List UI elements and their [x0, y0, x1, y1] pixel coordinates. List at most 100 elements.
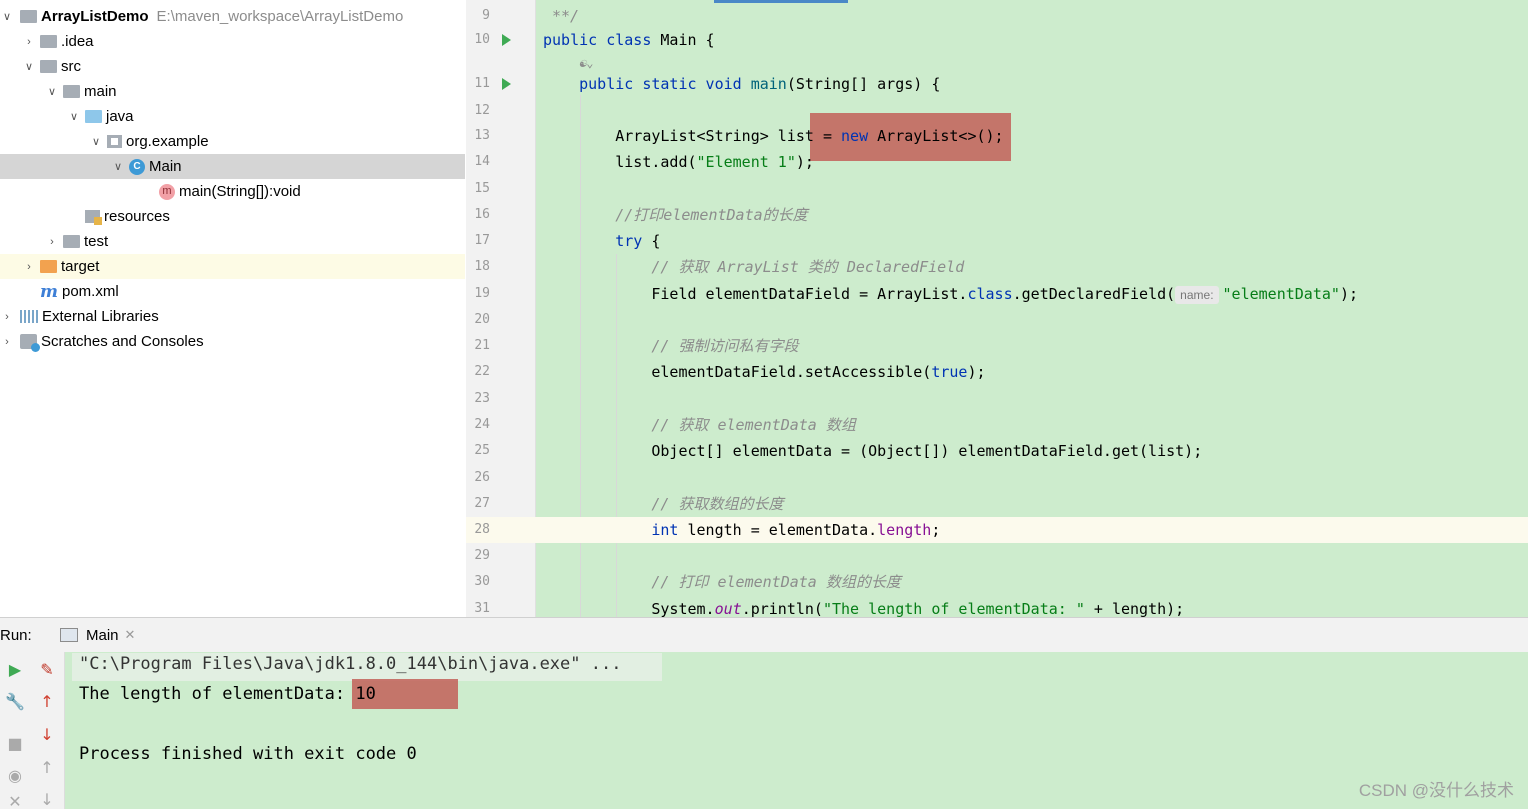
source-folder-icon — [85, 110, 102, 123]
close-icon[interactable]: ✕ — [125, 627, 136, 643]
chevron-down-icon[interactable]: ∨ — [0, 10, 14, 23]
run-console[interactable]: ▶ 🔧 ■ ◉ ✕ ✎ ↑ ↓ ↑ ↓ "C:\Program Files\Ja… — [0, 652, 1528, 811]
tree-item-idea[interactable]: › .idea — [0, 29, 465, 54]
code-line[interactable]: 27 // 获取数组的长度 — [466, 491, 1528, 517]
close-run-icon[interactable]: ✕ — [0, 792, 30, 811]
tree-item-pom[interactable]: m pom.xml — [0, 279, 465, 304]
tree-item-external-libraries[interactable]: › External Libraries — [0, 304, 465, 329]
code-line[interactable]: 16 //打印elementData的长度 — [466, 202, 1528, 228]
chevron-right-icon[interactable]: › — [22, 261, 36, 273]
line-number: 18 — [474, 259, 490, 274]
chevron-down-icon[interactable]: ∨ — [22, 60, 36, 73]
line-number: 26 — [474, 470, 490, 485]
run-gutter-icon[interactable] — [502, 34, 511, 46]
tree-item-main[interactable]: ∨ main — [0, 79, 465, 104]
scroll-down-icon[interactable]: ↓ — [32, 790, 62, 809]
scratches-icon — [20, 334, 40, 352]
arrow-up-icon[interactable]: ↑ — [32, 692, 62, 711]
tree-item-label: main — [84, 83, 117, 100]
line-number: 15 — [474, 181, 490, 196]
tree-item-root[interactable]: ∨ ArrayListDemo E:\maven_workspace\Array… — [0, 4, 465, 29]
chevron-right-icon[interactable]: › — [45, 236, 59, 248]
code-line[interactable]: 22 elementDataField.setAccessible(true); — [466, 359, 1528, 385]
watermark: CSDN @没什么技术 — [1358, 781, 1514, 800]
tree-item-method[interactable]: m main(String[]):void — [0, 179, 465, 204]
package-icon — [107, 135, 122, 148]
line-number: 9 — [482, 8, 490, 23]
code-line[interactable]: 21 // 强制访问私有字段 — [466, 333, 1528, 359]
chevron-right-icon[interactable]: › — [0, 311, 14, 323]
chevron-down-icon[interactable]: ∨ — [67, 110, 81, 123]
code-line[interactable]: 26 — [466, 465, 1528, 491]
code-line[interactable]: 20 — [466, 307, 1528, 333]
line-number: 29 — [474, 548, 490, 563]
tree-item-target[interactable]: › target — [0, 254, 465, 279]
console-line-output: The length of elementData: 10 — [79, 684, 376, 704]
run-tab-title: Main — [86, 626, 119, 644]
tree-item-java[interactable]: ∨ java — [0, 104, 465, 129]
tree-item-resources[interactable]: resources — [0, 204, 465, 229]
chevron-down-icon[interactable]: ∨ — [45, 85, 59, 98]
maven-icon: m — [40, 281, 58, 302]
code-line[interactable]: 17 try { — [466, 228, 1528, 254]
line-number: 22 — [474, 364, 490, 379]
current-code-line[interactable]: 28 int length = elementData.length; — [466, 517, 1528, 543]
project-path: E:\maven_workspace\ArrayListDemo — [156, 8, 404, 25]
wrench-icon[interactable]: 🔧 — [0, 692, 30, 711]
tree-item-label: resources — [104, 208, 170, 225]
line-number: 11 — [474, 76, 490, 91]
folder-icon — [63, 85, 80, 98]
run-panel-header: Run: Main ✕ — [0, 617, 1528, 652]
class-icon: C — [129, 158, 145, 175]
console-toolbar: ✎ ↑ ↓ ↑ ↓ — [30, 652, 65, 809]
line-number: 30 — [474, 574, 490, 589]
tree-item-label: main(String[]):void — [179, 183, 301, 200]
console-line-exit: Process finished with exit code 0 — [79, 744, 417, 764]
code-line[interactable]: 25 Object[] elementData = (Object[]) ele… — [466, 438, 1528, 464]
code-line[interactable]: 19 Field elementDataField = ArrayList.cl… — [466, 281, 1528, 307]
tree-item-src[interactable]: ∨ src — [0, 54, 465, 79]
tree-item-label: Scratches and Consoles — [41, 333, 204, 350]
code-line[interactable]: 11 public static void main(String[] args… — [466, 71, 1528, 97]
line-number: 12 — [474, 103, 490, 118]
rerun-icon[interactable]: ▶ — [0, 660, 30, 679]
code-line[interactable]: 23 — [466, 386, 1528, 412]
folder-icon — [63, 235, 80, 248]
clear-all-icon[interactable]: ✎ — [32, 660, 62, 679]
chevron-right-icon[interactable]: › — [0, 336, 14, 348]
project-name: ArrayListDemo — [41, 8, 149, 25]
run-gutter-icon[interactable] — [502, 78, 511, 90]
code-line[interactable]: 31 System.out.println("The length of ele… — [466, 596, 1528, 617]
arrow-down-icon[interactable]: ↓ — [32, 725, 62, 744]
code-line[interactable]: 9 **/ — [466, 3, 1528, 29]
code-line[interactable]: 15 — [466, 176, 1528, 202]
run-tab-main[interactable]: Main ✕ — [50, 618, 145, 652]
code-line[interactable]: 24 // 获取 elementData 数组 — [466, 412, 1528, 438]
line-number: 23 — [474, 391, 490, 406]
resources-folder-icon — [85, 210, 102, 225]
line-number: 20 — [474, 312, 490, 327]
tree-item-label: Main — [149, 158, 182, 175]
chevron-right-icon[interactable]: › — [22, 36, 36, 48]
code-line[interactable]: 30 // 打印 elementData 数组的长度 — [466, 569, 1528, 595]
tree-item-scratches[interactable]: › Scratches and Consoles — [0, 329, 465, 354]
camera-icon[interactable]: ◉ — [0, 766, 30, 785]
console-icon — [60, 628, 78, 642]
tree-item-main-class[interactable]: ∨ C Main — [0, 154, 465, 179]
chevron-down-icon[interactable]: ∨ — [89, 135, 103, 148]
param-hint: name: — [1175, 286, 1219, 304]
tree-item-test[interactable]: › test — [0, 229, 465, 254]
line-number: 28 — [474, 522, 490, 537]
excluded-folder-icon — [40, 260, 57, 273]
code-line[interactable]: 18 // 获取 ArrayList 类的 DeclaredField — [466, 254, 1528, 280]
code-line[interactable]: 12 — [466, 98, 1528, 124]
tree-item-package[interactable]: ∨ org.example — [0, 129, 465, 154]
code-line[interactable]: 29 — [466, 543, 1528, 569]
scroll-up-icon[interactable]: ↑ — [32, 758, 62, 777]
stop-icon[interactable]: ■ — [0, 734, 30, 753]
code-editor[interactable]: 9 **/ 10 public class Main { ☯⌄ 11 publi… — [466, 0, 1528, 617]
code-line[interactable]: 13 ArrayList<String> list = new ArrayLis… — [466, 123, 1528, 149]
line-number: 25 — [474, 443, 490, 458]
code-line[interactable]: 14 list.add("Element 1"); — [466, 149, 1528, 175]
chevron-down-icon[interactable]: ∨ — [111, 160, 125, 173]
